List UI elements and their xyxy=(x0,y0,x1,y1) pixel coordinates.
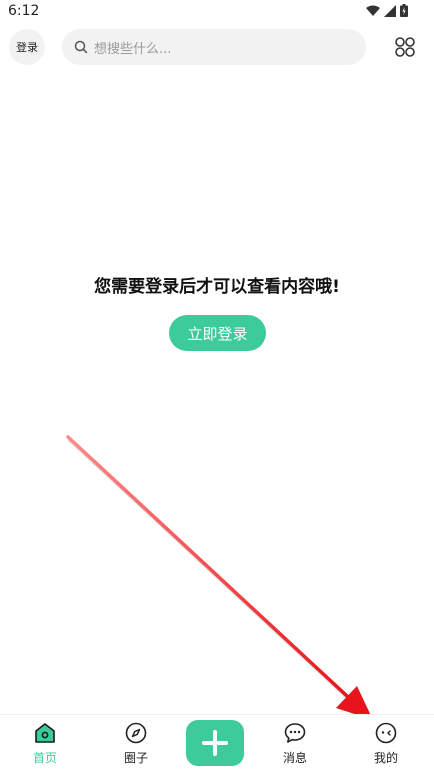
status-bar: 6:12 xyxy=(0,0,434,24)
chat-icon xyxy=(284,723,306,743)
bottom-nav: 首页 圈子 消息 我的 xyxy=(0,714,434,773)
login-required-message: 您需要登录后才可以查看内容哦! xyxy=(94,277,340,297)
nav-label-mine: 我的 xyxy=(373,751,398,765)
search-icon xyxy=(74,40,88,54)
nav-label-message: 消息 xyxy=(282,751,307,765)
search-input[interactable]: 想搜些什么... xyxy=(62,29,366,65)
login-now-button[interactable]: 立即登录 xyxy=(169,315,266,351)
nav-item-home[interactable]: 首页 xyxy=(15,721,75,771)
grid-icon[interactable] xyxy=(394,36,416,58)
nav-item-mine[interactable]: 我的 xyxy=(356,721,416,771)
face-icon xyxy=(375,722,397,744)
home-icon xyxy=(35,723,55,743)
post-button[interactable] xyxy=(186,720,244,766)
nav-item-message[interactable]: 消息 xyxy=(265,721,325,771)
nav-item-circle[interactable]: 圈子 xyxy=(106,721,166,771)
status-icons xyxy=(366,4,408,17)
wifi-icon xyxy=(366,5,380,16)
plus-icon xyxy=(202,730,228,756)
top-bar: 登录 想搜些什么... xyxy=(0,28,434,68)
annotation-arrow xyxy=(66,435,373,720)
nav-label-home: 首页 xyxy=(32,751,57,765)
signal-icon xyxy=(384,4,396,17)
nav-label-circle: 圈子 xyxy=(123,751,148,765)
compass-icon xyxy=(125,722,147,744)
login-chip-button[interactable]: 登录 xyxy=(9,29,45,65)
battery-icon xyxy=(400,4,408,17)
status-time: 6:12 xyxy=(8,3,40,19)
search-placeholder: 想搜些什么... xyxy=(94,41,172,57)
